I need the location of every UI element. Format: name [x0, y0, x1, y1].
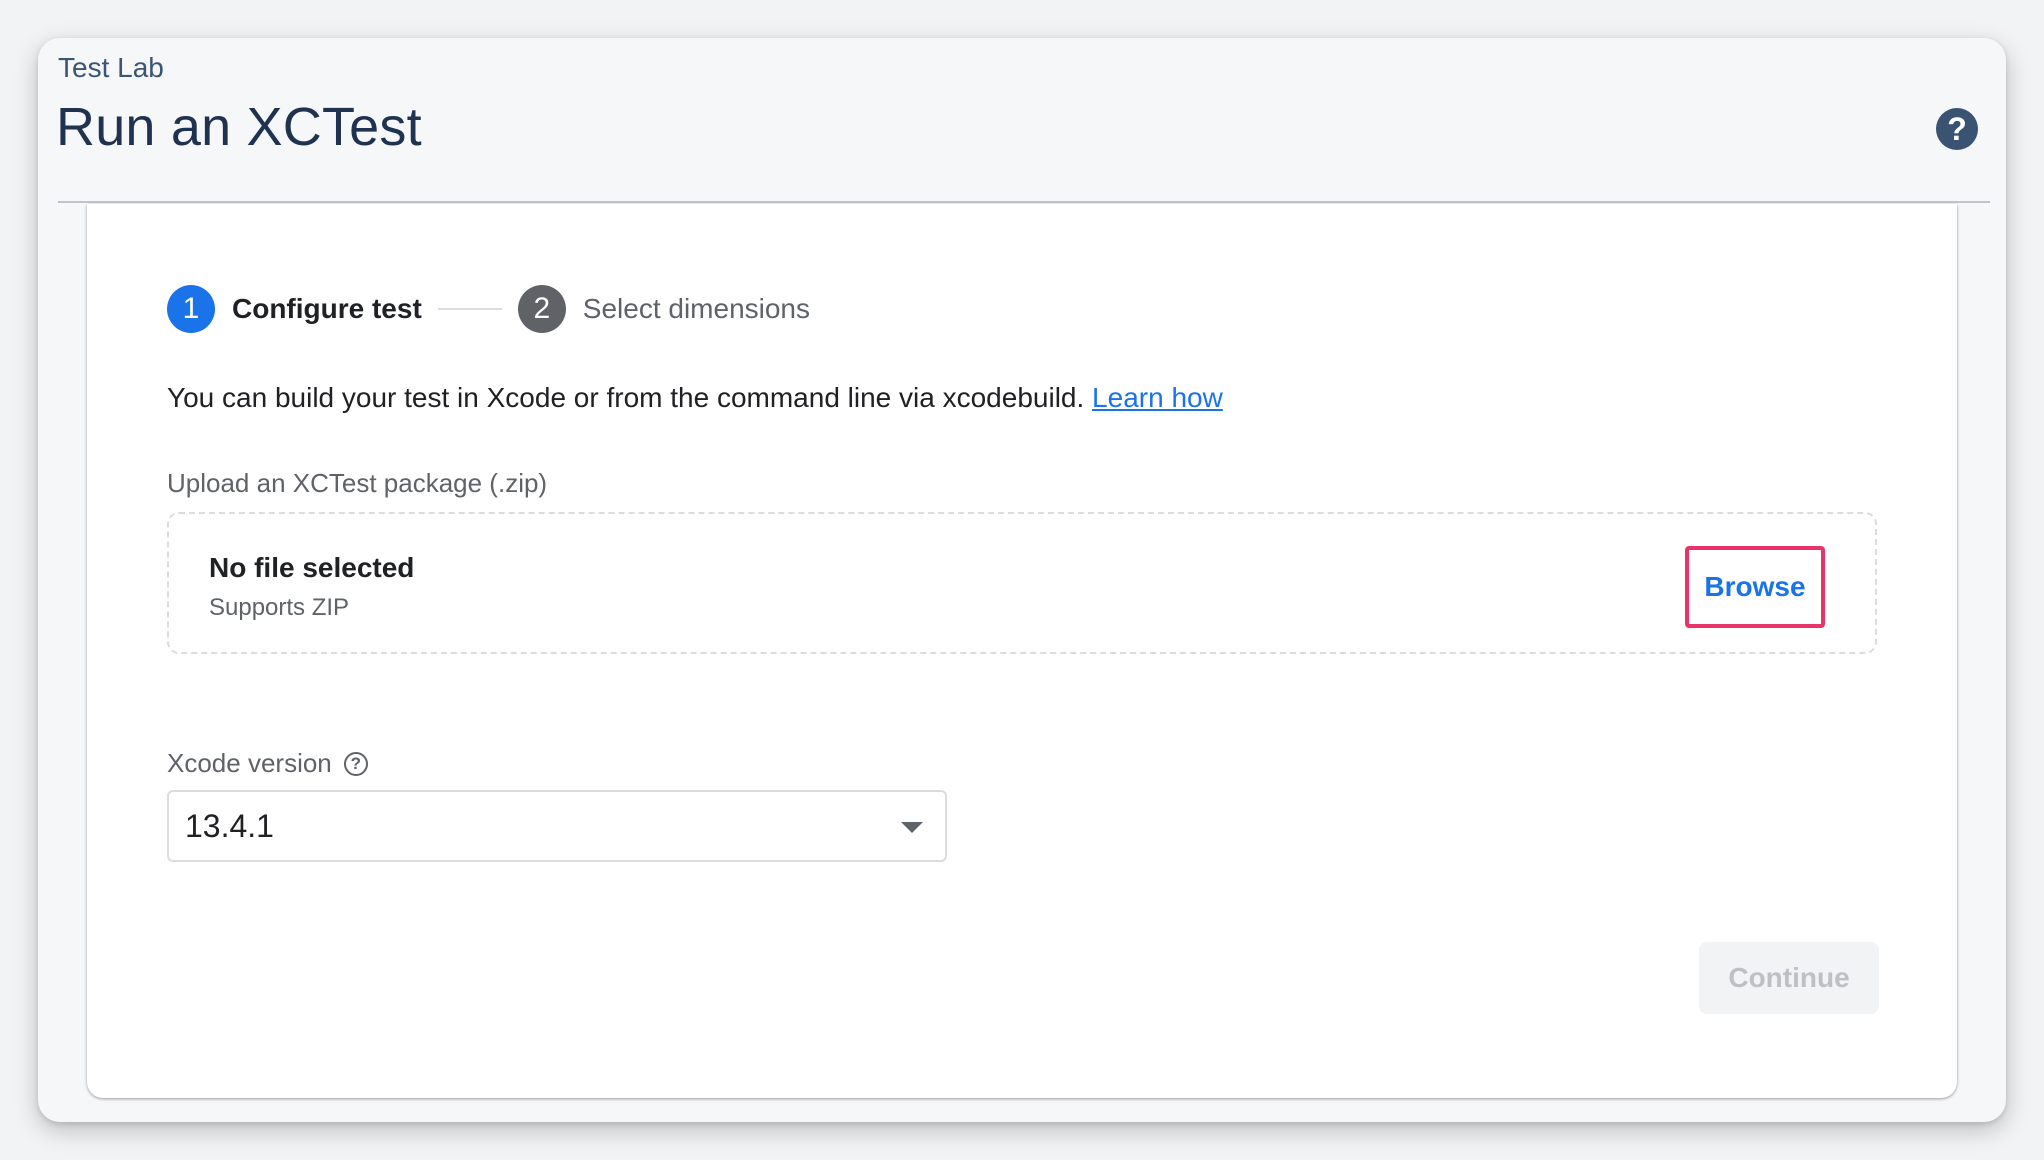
step-1-number: 1 [167, 285, 215, 333]
step-2-label: Select dimensions [582, 293, 811, 324]
file-status: No file selected [209, 552, 415, 583]
file-dropzone[interactable]: No file selected Supports ZIP Browse [167, 512, 1877, 654]
help-icon[interactable]: ? [1936, 108, 1978, 150]
step-connector [437, 308, 502, 310]
step-1-label: Configure test [232, 293, 422, 324]
browse-button[interactable]: Browse [1685, 546, 1825, 628]
stepper: 1 Configure test 2 Select dimensions [167, 284, 810, 334]
step-2-number: 2 [517, 285, 566, 333]
intro-description: You can build your test in Xcode or from… [167, 382, 1093, 413]
xcode-version-select[interactable]: 13.4.1 [167, 790, 947, 862]
configure-card: 1 Configure test 2 Select dimensions You… [87, 204, 1957, 1098]
file-type-hint: Supports ZIP [209, 594, 350, 621]
xcode-version-value: 13.4.1 [185, 808, 274, 844]
dropdown-arrow-icon [901, 822, 923, 833]
help-circle-icon[interactable]: ? [343, 751, 368, 776]
xcode-version-label: Xcode version [167, 748, 332, 778]
learn-how-link[interactable]: Learn how [1092, 382, 1223, 413]
page-title: Run an XCTest [56, 97, 422, 157]
breadcrumb[interactable]: Test Lab [58, 52, 164, 84]
xcode-version-label-row: Xcode version ? [167, 748, 368, 779]
upload-label: Upload an XCTest package (.zip) [167, 468, 548, 498]
intro-text: You can build your test in Xcode or from… [167, 382, 1223, 414]
header-divider [58, 201, 1990, 203]
app-window: Test Lab Run an XCTest ? 1 Configure tes… [38, 38, 2006, 1122]
continue-button[interactable]: Continue [1699, 942, 1879, 1014]
